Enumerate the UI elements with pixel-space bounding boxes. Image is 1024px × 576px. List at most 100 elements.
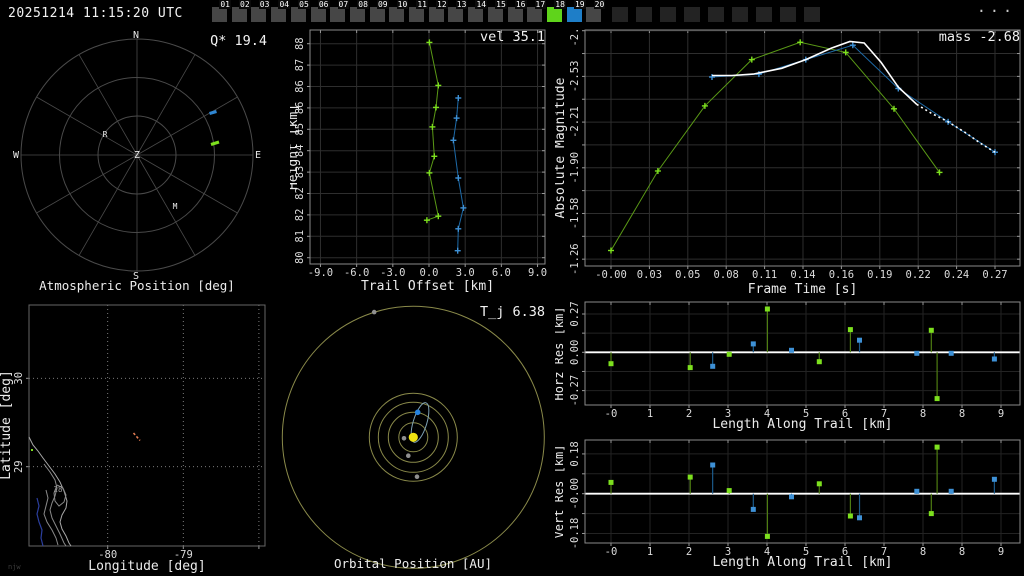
frame-thumbnail-10[interactable]: 10: [389, 0, 409, 26]
svg-text:-2.84: -2.84: [569, 28, 581, 47]
frame-square[interactable]: [330, 7, 345, 22]
svg-text:W: W: [13, 150, 20, 161]
svg-text:-1.26: -1.26: [569, 243, 581, 275]
frame-thumbnail-09[interactable]: 09: [370, 0, 390, 26]
frame-thumbnail-empty[interactable]: [756, 7, 772, 22]
svg-text:29: 29: [13, 460, 25, 473]
frame-thumbnail-20[interactable]: 20: [586, 0, 606, 26]
frame-thumbnail-empty[interactable]: [612, 7, 628, 22]
frame-number-label: 16: [515, 0, 527, 9]
frame-square[interactable]: [370, 7, 385, 22]
frame-thumbnail-empty[interactable]: [684, 7, 700, 22]
overflow-menu-button[interactable]: ···: [977, 2, 1016, 20]
frame-square[interactable]: [232, 7, 247, 22]
vert-residuals-panel: -012345678890.18-0.00-0.18Length Along T…: [555, 437, 1024, 576]
svg-text:1: 1: [647, 408, 653, 420]
frame-thumbnail-empty[interactable]: [804, 7, 820, 22]
frame-thumbnail-04[interactable]: 04: [271, 0, 291, 26]
frame-thumbnail-06[interactable]: 06: [311, 0, 331, 26]
svg-text:Absolute Magnitude: Absolute Magnitude: [555, 77, 568, 218]
frame-thumbnail-18[interactable]: 18: [547, 0, 567, 26]
svg-text:Length Along Trail [km]: Length Along Trail [km]: [712, 417, 892, 432]
svg-text:-2.53: -2.53: [569, 61, 581, 93]
frame-thumbnail-08[interactable]: 08: [350, 0, 370, 26]
frame-square[interactable]: [291, 7, 306, 22]
frame-square[interactable]: [311, 7, 326, 22]
frame-thumbnail-13[interactable]: 13: [448, 0, 468, 26]
frame-square[interactable]: [389, 7, 404, 22]
frame-thumbnail-11[interactable]: 11: [409, 0, 429, 26]
frame-thumbnail-07[interactable]: 07: [330, 0, 350, 26]
svg-text:0.18: 0.18: [569, 441, 581, 466]
svg-text:T_j 6.38: T_j 6.38: [480, 304, 545, 320]
svg-text:88: 88: [294, 37, 306, 50]
frame-thumbnail-empty[interactable]: [732, 7, 748, 22]
plot-grid: -9.0-6.0-3.00.03.06.09.08887868685848382…: [294, 30, 547, 279]
svg-text:8: 8: [920, 408, 926, 420]
frame-thumbnail-14[interactable]: 14: [468, 0, 488, 26]
svg-text:E: E: [255, 150, 261, 161]
frame-thumbnail-empty[interactable]: [780, 7, 796, 22]
frame-square[interactable]: [409, 7, 424, 22]
frame-square[interactable]: [527, 7, 542, 22]
frame-square[interactable]: [448, 7, 463, 22]
frame-number-label: 14: [475, 0, 487, 9]
frame-square[interactable]: [488, 7, 503, 22]
frame-thumbnail-17[interactable]: 17: [527, 0, 547, 26]
green-horz-residuals: [609, 307, 940, 402]
svg-text:9: 9: [998, 408, 1004, 420]
frame-number-label: 05: [298, 0, 310, 9]
frame-thumbnail-empty[interactable]: [708, 7, 724, 22]
coastline: [29, 437, 71, 546]
svg-text:Q* 19.4: Q* 19.4: [210, 33, 267, 49]
svg-text:0.22: 0.22: [906, 269, 931, 281]
frame-number-label: 08: [357, 0, 369, 9]
frame-thumbnail-16[interactable]: 16: [508, 0, 528, 26]
frame-number-label: 11: [416, 0, 428, 9]
svg-text:Z: Z: [134, 150, 140, 161]
frame-thumbnail-empty[interactable]: [660, 7, 676, 22]
frame-thumbnail-01[interactable]: 01: [212, 0, 232, 26]
frame-square[interactable]: [586, 7, 601, 22]
svg-text:-1.58: -1.58: [569, 198, 581, 230]
frame-square[interactable]: [468, 7, 483, 22]
green-camera-track: [424, 39, 441, 223]
frame-square[interactable]: [251, 7, 266, 22]
frame-square[interactable]: [567, 7, 582, 22]
svg-text:80: 80: [294, 251, 306, 264]
svg-text:Longitude [deg]: Longitude [deg]: [88, 559, 205, 574]
frame-square[interactable]: [508, 7, 523, 22]
frame-thumbnail-empty[interactable]: [636, 7, 652, 22]
svg-text:9: 9: [998, 546, 1004, 558]
frame-thumbnail-05[interactable]: 05: [291, 0, 311, 26]
frame-thumbnail-15[interactable]: 15: [488, 0, 508, 26]
svg-text:8: 8: [959, 546, 965, 558]
svg-text:Atmospheric Position [deg]: Atmospheric Position [deg]: [39, 278, 235, 293]
svg-text:vel 35.1: vel 35.1: [480, 29, 545, 45]
svg-text:-2.21: -2.21: [569, 106, 581, 138]
svg-text:Length Along Trail [km]: Length Along Trail [km]: [712, 555, 892, 570]
frame-thumbnail-19[interactable]: 19: [567, 0, 587, 26]
frame-square[interactable]: [271, 7, 286, 22]
frame-number-label: 19: [574, 0, 586, 9]
svg-text:0.03: 0.03: [637, 269, 662, 281]
svg-text:0.00: 0.00: [569, 340, 581, 365]
ground-trail: [134, 433, 141, 441]
svg-text:Frame Time [s]: Frame Time [s]: [748, 282, 858, 297]
svg-text:82: 82: [294, 209, 306, 222]
frame-thumbnail-12[interactable]: 12: [429, 0, 449, 26]
blue-horz-residuals: [710, 338, 997, 369]
frame-square[interactable]: [212, 7, 227, 22]
green-camera-lightcurve: [608, 39, 943, 253]
map-grid: -80-793029: [13, 305, 265, 561]
svg-text:28: 28: [53, 485, 63, 494]
frame-thumbnail-02[interactable]: 02: [232, 0, 252, 26]
frame-thumbnail-03[interactable]: 03: [251, 0, 271, 26]
svg-text:Horz Res [km]: Horz Res [km]: [555, 307, 566, 401]
frame-square[interactable]: [429, 7, 444, 22]
frame-number-label: 01: [219, 0, 231, 9]
svg-text:-0.27: -0.27: [569, 375, 581, 407]
frame-square[interactable]: [350, 7, 365, 22]
frame-square[interactable]: [547, 7, 562, 22]
svg-text:-0.00: -0.00: [595, 269, 627, 281]
